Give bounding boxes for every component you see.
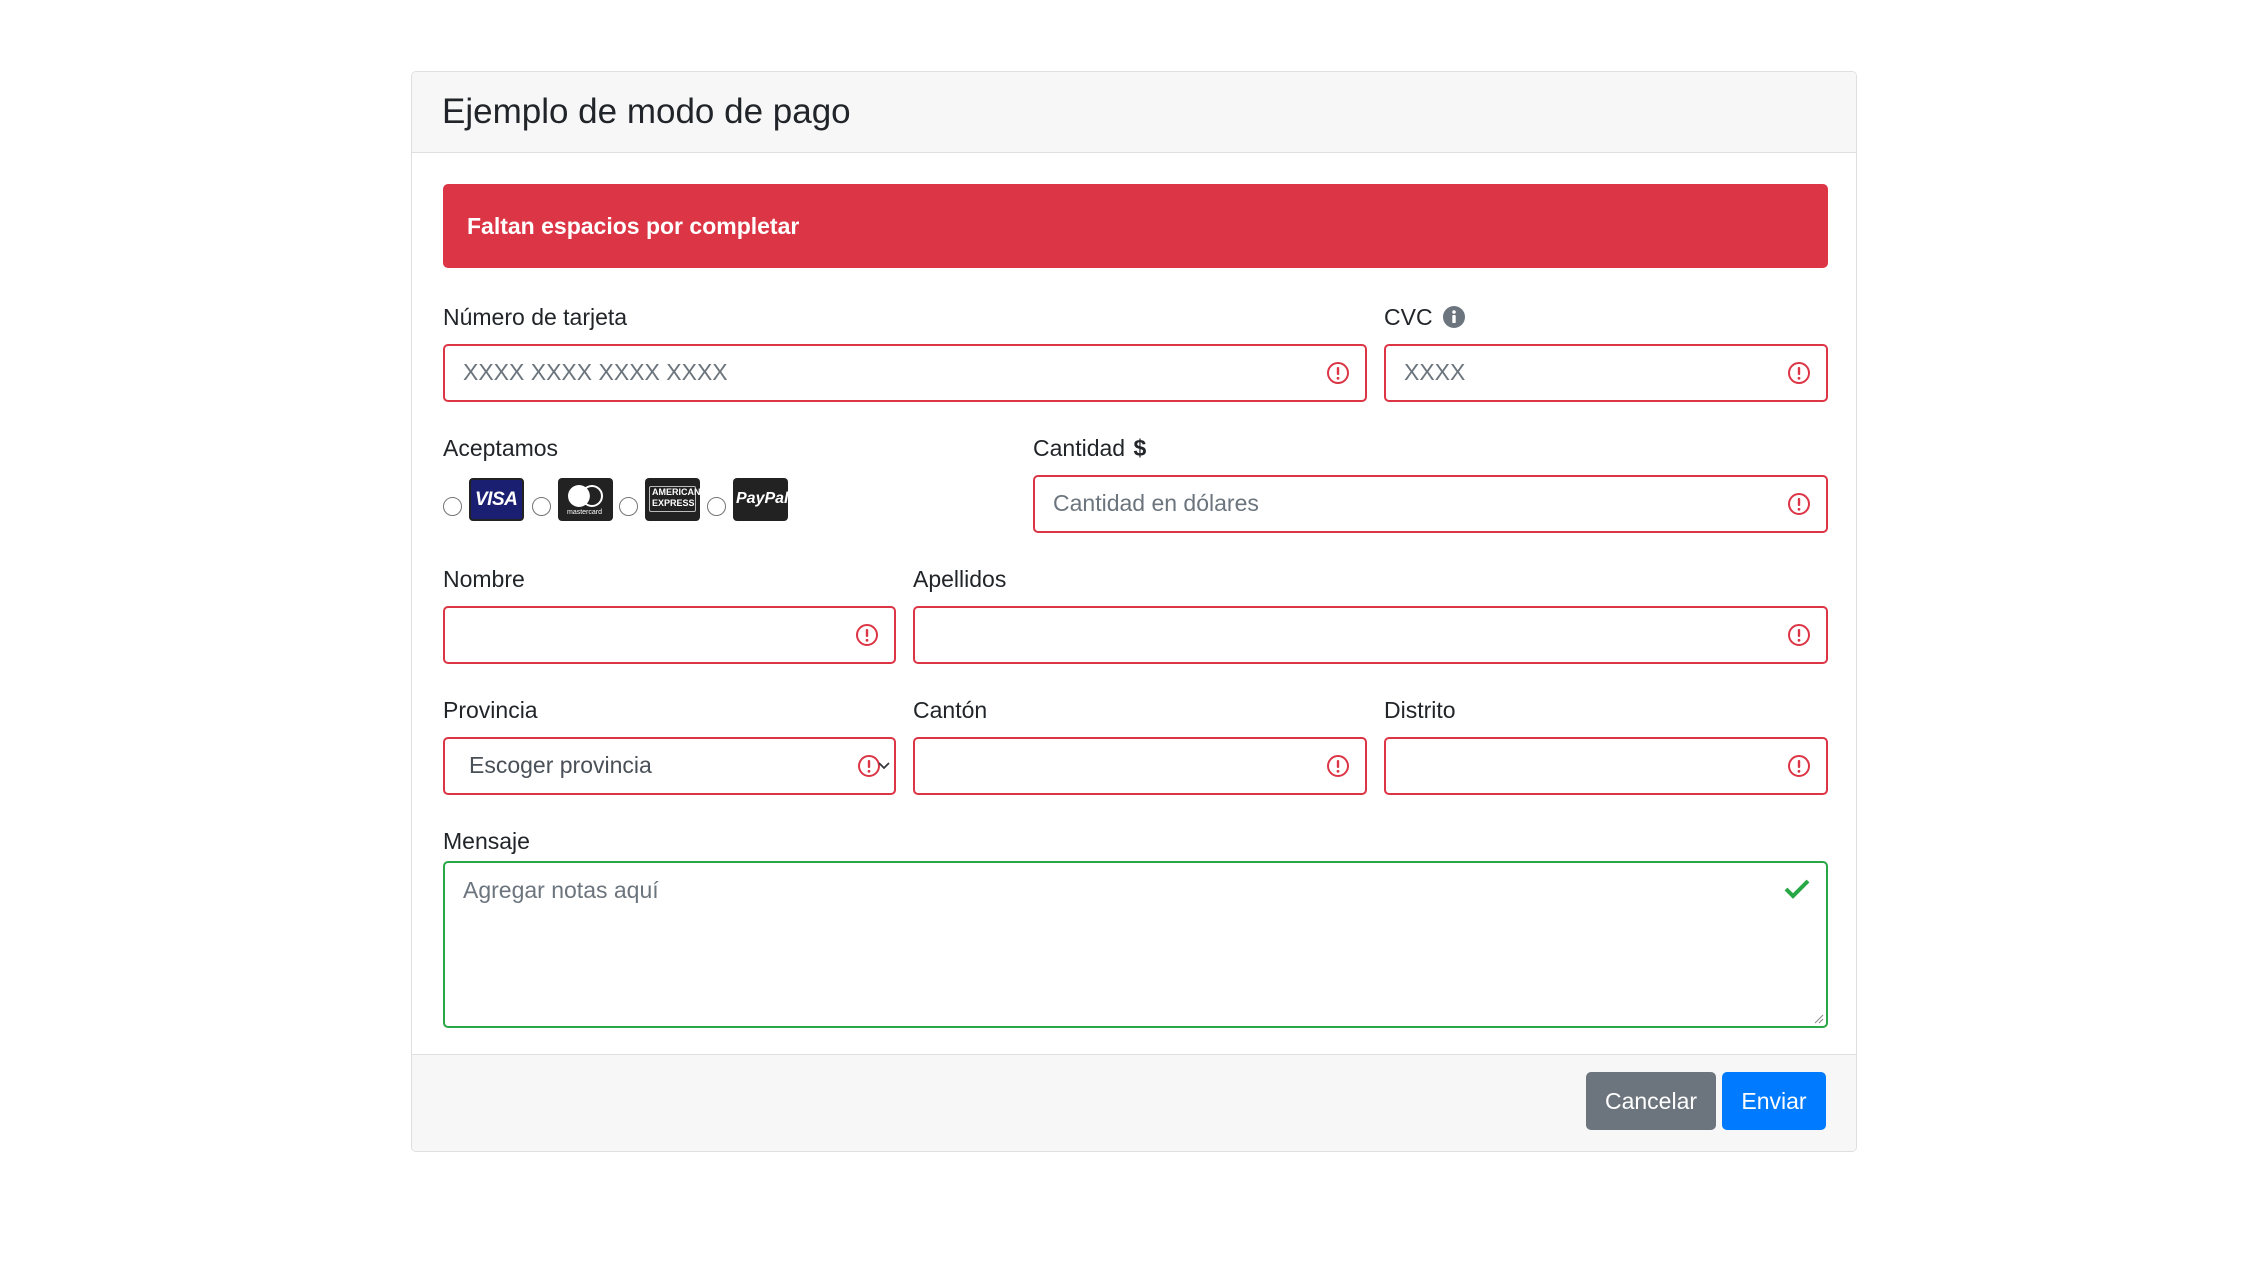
- send-button[interactable]: Enviar: [1722, 1072, 1826, 1130]
- amex-logo: AMERICAN EXPRESS: [645, 478, 701, 521]
- card-number-label: Número de tarjeta: [443, 304, 628, 330]
- message-label: Mensaje: [443, 828, 530, 854]
- amount-label: Cantidad $: [1033, 434, 1146, 462]
- last-name-label: Apellidos: [913, 566, 1007, 592]
- mastercard-logo-text: mastercard: [567, 509, 603, 516]
- error-icon: [1787, 361, 1811, 385]
- province-select[interactable]: Escoger provincia: [443, 737, 896, 795]
- mastercard-logo: mastercard: [558, 478, 613, 521]
- radio-paypal[interactable]: [707, 497, 726, 516]
- radio-visa[interactable]: [443, 497, 462, 516]
- canton-input[interactable]: [913, 737, 1367, 795]
- page-title: Ejemplo de modo de pago: [442, 92, 851, 131]
- amex-logo-text: AMERICAN EXPRESS: [652, 487, 701, 508]
- amount-input[interactable]: Cantidad en dólares: [1033, 475, 1828, 533]
- info-circle-icon[interactable]: [1442, 306, 1465, 328]
- error-icon: [1787, 623, 1811, 647]
- message-placeholder: Agregar notas aquí: [463, 877, 659, 903]
- error-icon: [1326, 754, 1350, 778]
- cvc-label: CVC: [1384, 303, 1465, 331]
- card-footer: Cancelar Enviar: [412, 1054, 1856, 1151]
- cvc-input[interactable]: XXXX: [1384, 344, 1828, 402]
- error-alert-text: Faltan espacios por completar: [467, 213, 800, 239]
- amount-placeholder: Cantidad en dólares: [1053, 490, 1259, 516]
- last-name-input[interactable]: [913, 606, 1828, 664]
- visa-logo-text: VISA: [475, 489, 518, 510]
- card-number-input[interactable]: XXXX XXXX XXXX XXXX: [443, 344, 1367, 402]
- cvc-placeholder: XXXX: [1404, 359, 1466, 385]
- radio-mastercard[interactable]: [532, 497, 551, 516]
- error-icon: [1787, 754, 1811, 778]
- resize-handle-icon[interactable]: [1812, 1012, 1824, 1024]
- first-name-input[interactable]: [443, 606, 896, 664]
- error-icon: [855, 623, 879, 647]
- cancel-button[interactable]: Cancelar: [1586, 1072, 1716, 1130]
- card-header: Ejemplo de modo de pago: [412, 72, 1856, 153]
- error-icon: [1787, 492, 1811, 516]
- error-alert: Faltan espacios por completar: [443, 184, 1828, 268]
- paypal-logo: PayPal: [733, 478, 788, 521]
- paypal-logo-text: PayPal: [736, 490, 789, 507]
- card-number-placeholder: XXXX XXXX XXXX XXXX: [463, 359, 728, 385]
- district-label: Distrito: [1384, 697, 1456, 723]
- cvc-label-text: CVC: [1384, 304, 1433, 330]
- canton-label: Cantón: [913, 697, 988, 723]
- payment-card: Ejemplo de modo de pago Faltan espacios …: [411, 71, 1857, 1152]
- check-icon: [1784, 879, 1810, 899]
- radio-amex[interactable]: [619, 497, 638, 516]
- visa-logo: VISA: [469, 478, 524, 521]
- province-label: Provincia: [443, 697, 538, 723]
- message-textarea[interactable]: Agregar notas aquí: [443, 861, 1828, 1028]
- dollar-icon: $: [1133, 435, 1147, 461]
- chevron-down-icon: [878, 762, 890, 770]
- province-selected: Escoger provincia: [469, 752, 652, 778]
- amount-label-text: Cantidad: [1033, 435, 1126, 461]
- district-input[interactable]: [1384, 737, 1828, 795]
- first-name-label: Nombre: [443, 566, 525, 592]
- accepted-label: Aceptamos: [443, 435, 559, 461]
- error-icon: [1326, 361, 1350, 385]
